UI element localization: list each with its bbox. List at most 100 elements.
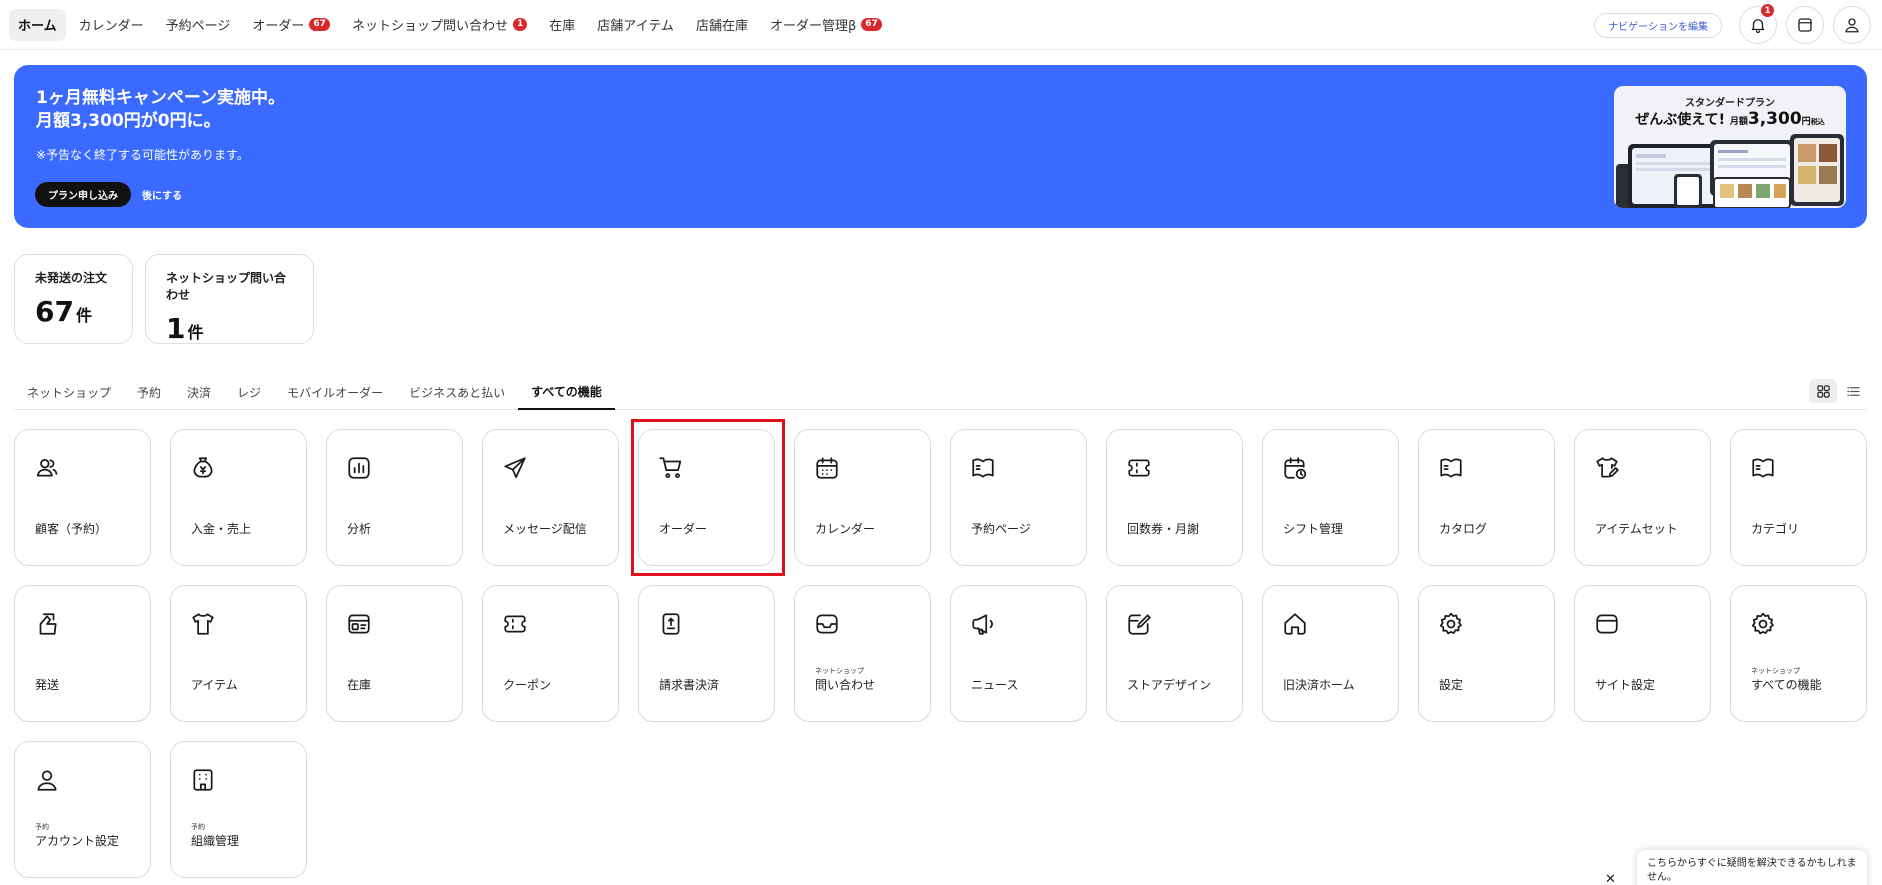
tile-label: 在庫 bbox=[347, 678, 372, 692]
devices-illustration bbox=[1616, 134, 1844, 208]
nav-badge: 1 bbox=[512, 18, 528, 31]
feature-tile[interactable]: 予約 アカウント設定 bbox=[14, 741, 151, 878]
tile-label: 入金・売上 bbox=[191, 522, 252, 536]
nav-item-label: オーダー管理β bbox=[769, 19, 857, 34]
feature-tabs: ネットショップ 予約 決済 レジ モバイルオーダー ビジネスあと払い すべての機能 bbox=[14, 375, 1867, 410]
tile-label: 顧客（予約） bbox=[35, 522, 108, 536]
tab-items: ネットショップ 予約 決済 レジ モバイルオーダー ビジネスあと払い すべての機能 bbox=[14, 375, 615, 410]
tile-label: 発送 bbox=[35, 678, 60, 692]
feature-tile[interactable]: カレンダー bbox=[794, 429, 931, 566]
banner-title-line2: 月額3,300円が0円に。 bbox=[36, 111, 221, 131]
campaign-banner: 1ヶ月無料キャンペーン実施中。 月額3,300円が0円に。 ※予告なく終了する可… bbox=[14, 65, 1867, 228]
nav-item[interactable]: ネットショップ問い合わせ 1 bbox=[343, 9, 536, 41]
tile-label: クーポン bbox=[503, 678, 552, 692]
store-button[interactable] bbox=[1786, 6, 1824, 44]
list-view-button[interactable] bbox=[1839, 379, 1867, 403]
close-icon[interactable]: ✕ bbox=[1605, 872, 1616, 885]
nav-badge: 67 bbox=[309, 18, 330, 31]
feature-tile[interactable]: クーポン bbox=[482, 585, 619, 722]
nav-item-label: ネットショップ問い合わせ bbox=[351, 19, 508, 34]
stat-shop-inquiries[interactable]: ネットショップ問い合わせ 1件 bbox=[145, 254, 314, 345]
nav-item[interactable]: カレンダー bbox=[70, 9, 153, 41]
top-navigation: ホーム カレンダー 予約ページ オーダー 67 ネットショップ問い合わせ 1 在庫 店舗アイテム… bbox=[0, 0, 1882, 50]
nav-item[interactable]: 店舗アイテム bbox=[588, 9, 683, 41]
feature-tile[interactable]: 発送 bbox=[14, 585, 151, 722]
nav-item[interactable]: オーダー 67 bbox=[243, 9, 339, 41]
tab-item[interactable]: ネットショップ bbox=[14, 375, 124, 410]
nav-items: ホーム カレンダー 予約ページ オーダー 67 ネットショップ問い合わせ 1 在庫 店舗アイテム… bbox=[9, 8, 895, 41]
view-toggle bbox=[1807, 379, 1867, 403]
grid-view-button[interactable] bbox=[1809, 379, 1837, 403]
edit-navigation-button[interactable]: ナビゲーションを編集 bbox=[1594, 12, 1722, 38]
tile-label: 設定 bbox=[1439, 678, 1464, 692]
tile-label: カタログ bbox=[1439, 522, 1488, 536]
feature-tile[interactable]: ニュース bbox=[950, 585, 1087, 722]
feature-tile[interactable]: 予約ページ bbox=[950, 429, 1087, 566]
feature-tile[interactable]: メッセージ配信 bbox=[482, 429, 619, 566]
plan-card[interactable]: スタンダードプラン ぜんぶ使えて! 月額3,300円税込 bbox=[1614, 86, 1846, 208]
tile-label: 回数券・月謝 bbox=[1127, 522, 1200, 536]
stat-unshipped-orders[interactable]: 未発送の注文 67 件 bbox=[14, 254, 133, 344]
feature-tile[interactable]: ストアデザイン bbox=[1106, 585, 1243, 722]
tab-item[interactable]: すべての機能 bbox=[518, 375, 615, 410]
banner-note: ※予告なく終了する可能性があります。 bbox=[36, 148, 249, 162]
nav-item[interactable]: ホーム bbox=[9, 8, 66, 41]
feature-tile[interactable]: 顧客（予約） bbox=[14, 429, 151, 566]
notifications-button[interactable]: 1 bbox=[1739, 3, 1777, 44]
list-icon bbox=[1846, 386, 1860, 396]
nav-item[interactable]: 予約ページ bbox=[157, 9, 240, 41]
nav-item[interactable]: オーダー管理β 67 bbox=[761, 9, 891, 41]
feature-tile[interactable]: 予約 組織管理 bbox=[170, 741, 307, 878]
grid-icon bbox=[1816, 384, 1830, 398]
nav-item-label: オーダー bbox=[252, 19, 305, 34]
feature-tile[interactable]: カタログ bbox=[1418, 429, 1555, 566]
tile-label: 予約ページ bbox=[971, 522, 1031, 536]
feature-tile[interactable]: シフト管理 bbox=[1262, 429, 1399, 566]
nav-item-label: ホーム bbox=[18, 19, 57, 34]
feature-tile[interactable]: アイテムセット bbox=[1574, 429, 1711, 566]
tab-item[interactable]: 予約 bbox=[124, 375, 174, 410]
book-icon bbox=[1438, 455, 1464, 481]
feature-tile[interactable]: 回数券・月謝 bbox=[1106, 429, 1243, 566]
plan-price: 3,300 bbox=[1747, 109, 1802, 129]
account-button[interactable] bbox=[1833, 6, 1871, 44]
plan-monthly: 月額 bbox=[1729, 117, 1748, 127]
banner-title: 1ヶ月無料キャンペーン実施中。 月額3,300円が0円に。 bbox=[36, 87, 285, 133]
feature-tile[interactable]: ネットショップ 問い合わせ bbox=[794, 585, 931, 722]
notification-badge: 1 bbox=[1760, 3, 1775, 18]
user-icon bbox=[1845, 18, 1859, 33]
tile-sublabel: ネットショップ bbox=[815, 667, 864, 675]
nav-item[interactable]: 在庫 bbox=[540, 9, 584, 41]
feature-tile[interactable]: 請求書決済 bbox=[638, 585, 775, 722]
tile-label: 旧決済ホーム bbox=[1283, 678, 1355, 692]
book-icon bbox=[1750, 455, 1776, 481]
building-icon bbox=[190, 767, 216, 793]
plan-apply-button[interactable]: プラン申し込み bbox=[35, 182, 131, 207]
highlight-box bbox=[631, 419, 785, 576]
nav-item[interactable]: 店舗在庫 bbox=[687, 9, 757, 41]
tile-label: 分析 bbox=[347, 522, 372, 536]
feature-tile[interactable]: 入金・売上 bbox=[170, 429, 307, 566]
tile-label: 請求書決済 bbox=[659, 678, 720, 692]
feature-tile[interactable]: 在庫 bbox=[326, 585, 463, 722]
feature-tile[interactable]: カテゴリ bbox=[1730, 429, 1867, 566]
feature-tile[interactable]: アイテム bbox=[170, 585, 307, 722]
feature-tile[interactable]: サイト設定 bbox=[1574, 585, 1711, 722]
nav-item-label: 店舗アイテム bbox=[597, 19, 674, 34]
feature-tile[interactable]: 設定 bbox=[1418, 585, 1555, 722]
later-button[interactable]: 後にする bbox=[142, 182, 182, 207]
tile-sublabel: 予約 bbox=[191, 823, 205, 831]
feature-tile[interactable]: 旧決済ホーム bbox=[1262, 585, 1399, 722]
send-icon bbox=[502, 455, 528, 481]
ticket-icon bbox=[1126, 455, 1152, 481]
tab-item[interactable]: 決済 bbox=[174, 375, 224, 410]
tile-label: メッセージ配信 bbox=[503, 522, 587, 536]
feature-tile[interactable]: 分析 bbox=[326, 429, 463, 566]
plan-name: スタンダードプラン bbox=[1685, 98, 1775, 109]
help-popup[interactable]: こちらからすぐに疑問を解決できるかもしれません。 bbox=[1637, 850, 1867, 885]
feature-tile[interactable]: ネットショップ すべての機能 bbox=[1730, 585, 1867, 722]
tab-item[interactable]: レジ bbox=[224, 375, 274, 410]
tab-item[interactable]: ビジネスあと払い bbox=[396, 375, 518, 410]
tab-item[interactable]: モバイルオーダー bbox=[274, 375, 396, 410]
gear-icon bbox=[1750, 611, 1776, 637]
